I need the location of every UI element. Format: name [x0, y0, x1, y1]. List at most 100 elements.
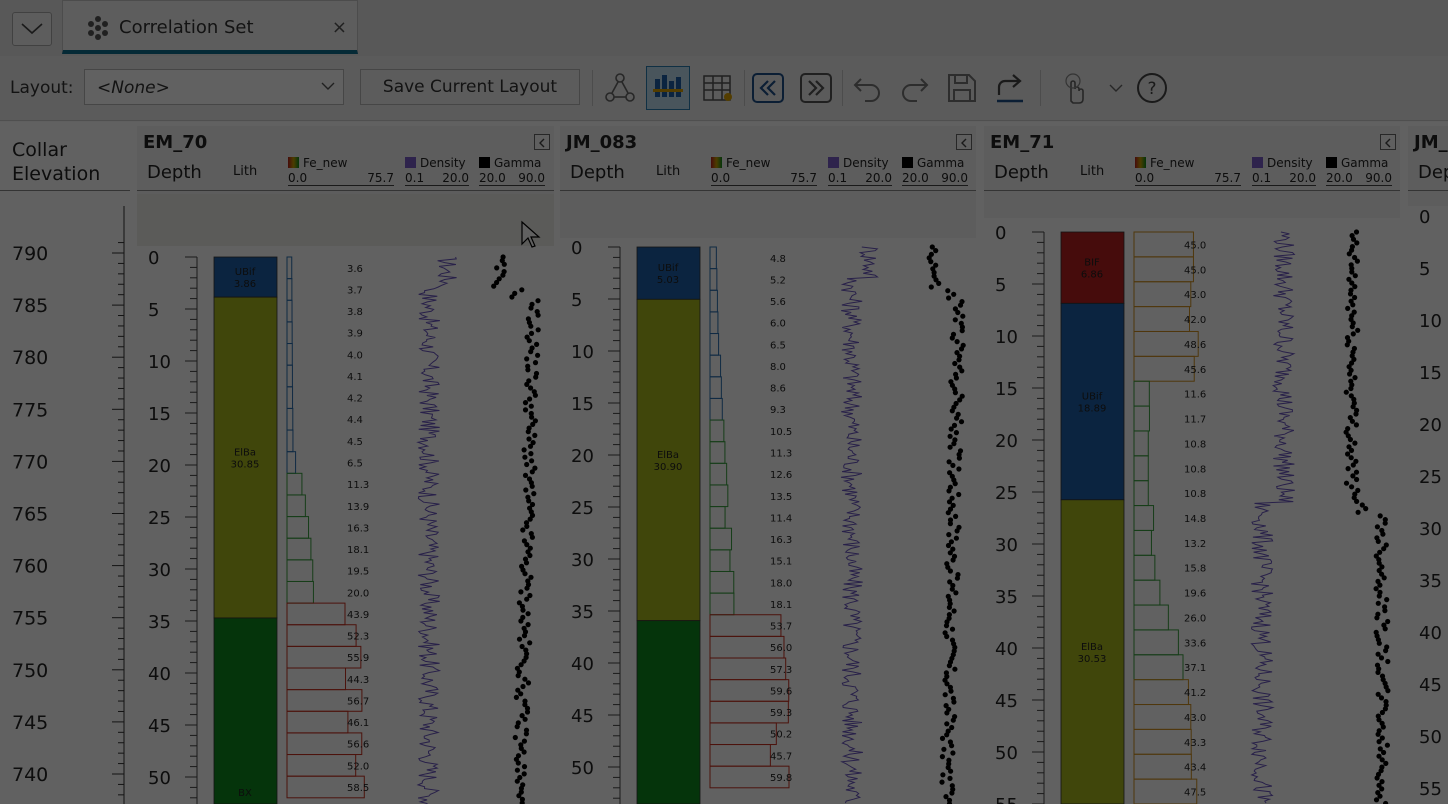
fe-value-label: 20.0 — [347, 588, 369, 599]
save-button[interactable] — [940, 66, 984, 110]
lith-code-label: ElBa — [234, 448, 256, 459]
chevron-down-icon — [21, 23, 43, 35]
fe-value-label: 43.9 — [347, 610, 369, 621]
depth-tick-label: 20 — [995, 431, 1018, 452]
toolbar: Layout: <None> Save Current Layout ? — [0, 56, 1448, 121]
borehole-log-plot: 0 5 10 15 20 25 30 35 40 45 50 55 — [1408, 206, 1448, 804]
elevation-tick-label: 780 — [12, 347, 48, 369]
elevation-tick-label: 765 — [12, 504, 48, 526]
fe-value-label: 6.5 — [347, 459, 363, 470]
correlation-view-icon — [653, 75, 683, 97]
lith-code-label: UBif — [235, 267, 256, 278]
fe-value-label: 44.3 — [347, 675, 369, 686]
depth-tick-label: 35 — [148, 612, 171, 633]
depth-tick-label: 0 — [571, 238, 582, 259]
previous-button[interactable] — [746, 66, 790, 110]
depth-tick-label: 45 — [148, 716, 171, 737]
export-icon — [997, 74, 1023, 103]
fe-value-label: 56.6 — [347, 740, 369, 751]
fe-value-label: 42.0 — [1184, 315, 1206, 326]
lith-value-label: 30.53 — [1078, 654, 1107, 665]
tab-correlation-set[interactable]: Correlation Set × — [62, 0, 358, 54]
fe-value-label: 10.5 — [770, 427, 792, 438]
chevron-down-icon — [1109, 84, 1123, 92]
lith-interval[interactable] — [213, 617, 278, 804]
lith-value-label: 6.86 — [1081, 270, 1103, 281]
fe-value-label: 50.2 — [770, 730, 792, 741]
fe-value-label: 3.8 — [347, 307, 363, 318]
borehole-column: EM_70 Depth Lith Fe_new 0.0 75.7 Density 0.1 20.… — [137, 126, 554, 804]
fe-value-label: 8.0 — [770, 362, 786, 373]
fe-value-label: 11.3 — [770, 449, 792, 460]
fe-value-label: 43.4 — [1184, 763, 1206, 774]
elevation-tick-label: 775 — [12, 399, 48, 421]
depth-tick-label: 45 — [995, 691, 1018, 712]
depth-tick-label: 0 — [1419, 207, 1430, 228]
undo-button[interactable] — [846, 66, 890, 110]
depth-tick-label: 5 — [571, 290, 582, 311]
panel-collapse-button[interactable] — [12, 12, 52, 46]
depth-tick-label: 5 — [1419, 259, 1430, 280]
depth-tick-label: 45 — [571, 706, 594, 727]
fe-value-label: 47.5 — [1184, 788, 1206, 799]
toolbar-separator — [744, 70, 745, 106]
export-button[interactable] — [988, 66, 1032, 110]
collar-elevation-scale: 790 785 780 775 770 765 760 755 750 745 740 — [12, 206, 125, 804]
fe-value-label: 4.5 — [347, 437, 363, 448]
table-button[interactable] — [696, 66, 740, 110]
redo-button[interactable] — [892, 66, 936, 110]
depth-tick-label: 25 — [995, 483, 1018, 504]
fe-value-label: 52.3 — [347, 632, 369, 643]
fe-value-label: 56.0 — [770, 643, 792, 654]
layout-select[interactable]: <None> — [84, 69, 344, 105]
elevation-tick-label: 790 — [12, 243, 48, 265]
fe-value-label: 55.9 — [347, 653, 369, 664]
pan-button[interactable] — [1052, 66, 1096, 110]
elevation-tick-label: 755 — [12, 608, 48, 630]
depth-tick-label: 30 — [148, 560, 171, 581]
elevation-tick-label: 740 — [12, 764, 48, 786]
fe-value-label: 5.6 — [770, 297, 786, 308]
redo-icon — [902, 78, 929, 102]
connect-icon — [605, 73, 635, 102]
fe-value-label: 18.0 — [770, 578, 792, 589]
help-button[interactable]: ? — [1130, 66, 1174, 110]
depth-tick-label: 20 — [1419, 415, 1442, 436]
fe-value-label: 41.2 — [1184, 688, 1206, 699]
depth-tick-label: 50 — [148, 768, 171, 789]
depth-tick-label: 55 — [995, 795, 1018, 804]
borehole-column: JM_083 Depth Lith Fe_new 0.0 75.7 Density 0.1 20… — [560, 126, 976, 804]
mouse-cursor-icon — [521, 220, 541, 248]
fe-value-label: 5.2 — [770, 275, 786, 286]
fe-value-label: 18.1 — [347, 545, 369, 556]
help-icon: ? — [1137, 73, 1167, 103]
fe-value-label: 15.1 — [770, 557, 792, 568]
fe-value-label: 11.3 — [347, 480, 369, 491]
fe-value-label: 4.0 — [347, 350, 363, 361]
fe-value-label: 45.6 — [1184, 365, 1206, 376]
depth-tick-label: 20 — [571, 446, 594, 467]
close-icon[interactable]: × — [332, 17, 347, 38]
save-current-layout-button[interactable]: Save Current Layout — [360, 69, 580, 105]
fe-value-label: 16.3 — [770, 535, 792, 546]
lith-code-label: ElBa — [657, 450, 679, 461]
fe-value-label: 19.5 — [347, 567, 369, 578]
depth-tick-label: 5 — [148, 300, 159, 321]
tab-bar: Correlation Set × — [0, 0, 1448, 57]
connect-button[interactable] — [598, 66, 642, 110]
correlation-view-button[interactable] — [646, 66, 690, 110]
fe-value-label: 4.8 — [770, 254, 786, 265]
fe-value-label: 43.0 — [1184, 713, 1206, 724]
fe-value-label: 10.8 — [1184, 464, 1206, 475]
depth-tick-label: 35 — [571, 602, 594, 623]
lith-code-label: BX — [238, 788, 252, 799]
lith-interval[interactable] — [636, 620, 701, 804]
undo-icon — [853, 78, 880, 102]
next-button[interactable] — [794, 66, 838, 110]
depth-tick-label: 20 — [148, 456, 171, 477]
fe-value-label: 48.6 — [1184, 340, 1206, 351]
fe-value-label: 59.8 — [770, 773, 792, 784]
fe-value-label: 4.4 — [347, 415, 363, 426]
borehole-log-plot: 0 5 10 15 20 25 30 35 40 45 50 UBif5.03 ElBa30.90 4.8… — [560, 238, 976, 804]
previous-icon — [752, 73, 784, 103]
